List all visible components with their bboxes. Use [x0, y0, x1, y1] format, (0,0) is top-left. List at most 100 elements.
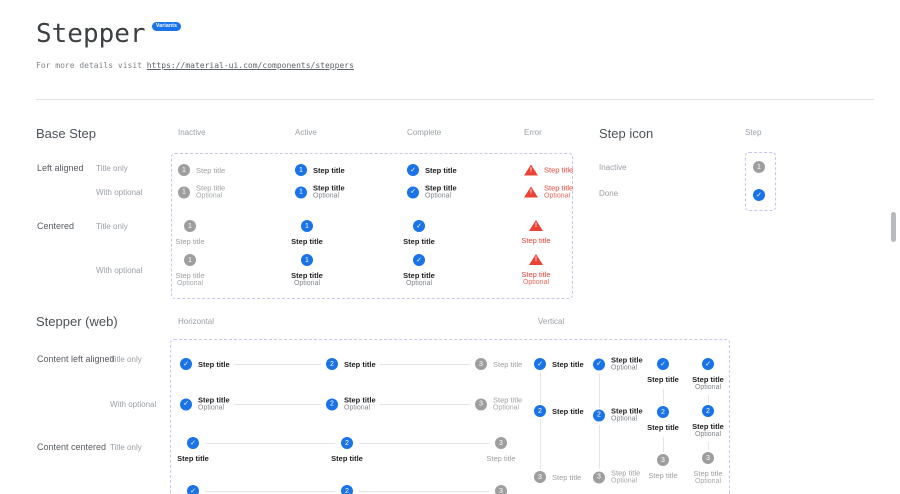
step-text: Step title — [486, 454, 515, 463]
column-header-complete: Complete — [407, 128, 441, 137]
step-title: Step title — [544, 184, 573, 193]
step-text: Step titleOptional — [291, 271, 323, 288]
step-text: Step titleOptional — [196, 184, 225, 201]
step-optional-label: Optional — [493, 405, 522, 413]
material-ui-link[interactable]: https://material-ui.com/components/stepp… — [147, 61, 354, 70]
row-sublabel-title-only: Title only — [96, 222, 128, 231]
section-heading-step-icon: Step icon — [599, 126, 653, 141]
step-connector-line — [663, 437, 664, 452]
step-text: Step title — [425, 166, 457, 175]
step-number-icon: 2 — [326, 398, 338, 410]
step-number-icon: 3 — [593, 471, 605, 483]
step-connector-line — [205, 443, 335, 444]
step-sample-complete: ✓Step titleOptional — [407, 184, 457, 201]
step-title: Step title — [544, 166, 573, 175]
step-connector-line — [663, 389, 664, 404]
row-sublabel-title-only: Title only — [110, 443, 142, 452]
step-sample-complete: ✓ Step title — [155, 437, 231, 463]
check-icon: ✓ — [407, 164, 419, 176]
step-optional-label: Optional — [198, 405, 230, 413]
subtitle: For more details visit https://material-… — [36, 61, 354, 70]
step-text: Step title — [198, 360, 230, 369]
warning-icon: ! — [529, 220, 543, 231]
check-icon: ✓ — [407, 186, 419, 198]
step-sample-active: 1Step titleOptional — [269, 254, 345, 288]
page-title: Stepper — [36, 16, 146, 52]
step-text: Step title — [552, 473, 581, 482]
step-optional-label: Optional — [544, 193, 573, 201]
step-title: Step title — [196, 184, 225, 193]
step-title: Step title — [313, 166, 345, 175]
step-title: Step title — [552, 360, 584, 369]
check-icon: ✓ — [657, 358, 669, 370]
step-text: Step titleOptional — [692, 422, 724, 439]
step-title: Step title — [403, 237, 435, 246]
step-title: Step title — [692, 375, 724, 384]
step-connector-line — [234, 364, 321, 365]
row-label-content-left-aligned: Content left aligned — [37, 354, 115, 364]
step-sample-inactive: 3 Step titleOptional — [475, 396, 522, 413]
step-text: Step titleOptional — [692, 375, 724, 392]
step-number-icon: 2 — [702, 405, 714, 417]
row-label-done: Done — [599, 189, 618, 198]
step-sample-complete: ✓ Step titleOptional — [670, 358, 746, 392]
step-number-icon: 3 — [495, 485, 507, 494]
step-title: Step title — [486, 454, 515, 463]
step-number-icon: 1 — [178, 164, 190, 176]
step-connector-line — [540, 372, 541, 404]
section-heading-stepper-web: Stepper (web) — [36, 314, 118, 329]
column-header-active: Active — [295, 128, 317, 137]
step-sample-complete: ✓Step titleOptional — [180, 396, 230, 413]
step-number-icon: 1 — [295, 164, 307, 176]
column-header-vertical: Vertical — [538, 317, 564, 326]
step-number-icon: 1 — [753, 161, 765, 173]
step-number-icon: 1 — [178, 186, 190, 198]
step-text: Step title — [331, 454, 363, 463]
step-connector-line — [234, 404, 321, 405]
step-title: Step title — [425, 166, 457, 175]
step-connector-line — [599, 374, 600, 408]
check-icon: ✓ — [413, 220, 425, 232]
step-number-icon: 1 — [295, 186, 307, 198]
step-text: Step titleOptional — [544, 184, 573, 201]
step-sample-error: ! Step title — [498, 220, 574, 245]
step-optional-label: Optional — [344, 405, 376, 413]
step-sample-complete: ✓Step title — [534, 358, 584, 370]
step-sample-inactive: 3Step titleOptional — [463, 485, 539, 494]
step-number-icon: 3 — [475, 398, 487, 410]
step-title: Step title — [175, 237, 204, 246]
step-sample-complete: ✓ Step title — [180, 358, 230, 370]
step-number-icon: 1 — [301, 220, 313, 232]
check-icon: ✓ — [180, 358, 192, 370]
step-text: Step title — [521, 236, 550, 245]
step-sample-complete: ✓Step titleOptional — [155, 485, 231, 494]
subtitle-text: For more details visit — [36, 61, 147, 70]
check-icon: ✓ — [187, 437, 199, 449]
step-sample-inactive: 3Step title — [475, 358, 522, 370]
check-icon: ✓ — [702, 358, 714, 370]
step-text: Step titleOptional — [403, 271, 435, 288]
step-number-icon: 3 — [657, 454, 669, 466]
step-optional-label: Optional — [313, 193, 345, 201]
stepper-spec-page: Stepper Variants For more details visit … — [0, 0, 900, 494]
step-title: Step title — [198, 396, 230, 405]
step-sample-active: 1Step titleOptional — [295, 184, 345, 201]
step-text: Step titleOptional — [693, 469, 722, 486]
step-text: Step title — [552, 360, 584, 369]
step-title: Step title — [344, 360, 376, 369]
warning-icon: ! — [529, 254, 543, 265]
step-title: Step title — [291, 271, 323, 280]
step-text: Step title — [313, 166, 345, 175]
check-icon: ✓ — [187, 485, 199, 494]
step-text: Step title — [175, 237, 204, 246]
row-label-centered: Centered — [37, 221, 74, 231]
step-sample-active: 2Step titleOptional — [309, 485, 385, 494]
step-number-icon: 2 — [341, 485, 353, 494]
check-icon: ✓ — [413, 254, 425, 266]
step-text: Step titleOptional — [493, 396, 522, 413]
step-title: Step title — [177, 454, 209, 463]
step-text: Step title — [403, 237, 435, 246]
row-sublabel-with-optional: With optional — [96, 266, 142, 275]
step-connector-line — [359, 491, 489, 492]
scrollbar-thumb[interactable] — [891, 212, 896, 242]
